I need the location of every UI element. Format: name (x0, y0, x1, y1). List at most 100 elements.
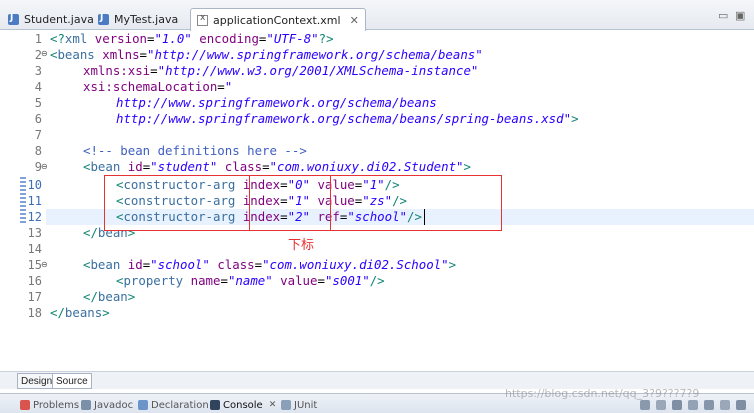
fold-collapse-icon[interactable]: ⊖ (41, 50, 49, 58)
quick-diff-marker (20, 209, 26, 225)
code-token: </ (50, 305, 65, 320)
code-token: "name" (227, 273, 273, 288)
tab-applicationcontext-xml[interactable]: applicationContext.xml ✕ (190, 8, 366, 31)
view-tab-javadoc[interactable]: Javadoc (81, 397, 133, 413)
code-token: name (183, 273, 221, 288)
line-number: 1 (34, 32, 42, 46)
line-number: 3 (34, 64, 42, 78)
close-icon[interactable]: ✕ (350, 14, 359, 27)
view-tab-declaration[interactable]: Declaration (138, 397, 209, 413)
xml-file-icon (197, 13, 208, 26)
code-line-16[interactable]: <property name="name" value="s001"/> (116, 273, 385, 289)
tab-design[interactable]: Design (17, 373, 57, 389)
line-number: 17 (27, 290, 42, 304)
code-token: "student" (150, 159, 218, 174)
tab-label: applicationContext.xml (213, 13, 341, 27)
code-token: </ (83, 225, 98, 240)
remove-launch-icon[interactable] (656, 400, 666, 410)
line-number: 4 (34, 80, 42, 94)
line-number: 8 (34, 144, 42, 158)
code-token: encoding (191, 31, 259, 46)
code-token: beans (57, 47, 95, 62)
code-line-6[interactable]: http://www.springframework.org/schema/be… (116, 111, 579, 127)
display-console-icon[interactable] (720, 400, 730, 410)
line-number: 9 (34, 160, 42, 174)
tab-mytest-java[interactable]: MyTest.java (92, 9, 184, 30)
code-line-18[interactable]: </beans> (50, 305, 110, 321)
code-token: "http://www.springframework.org/schema/b… (147, 47, 483, 62)
clear-console-icon[interactable] (672, 400, 682, 410)
javadoc-icon (81, 400, 91, 410)
view-tab-label: Declaration (151, 399, 209, 411)
code-token: version (87, 31, 147, 46)
view-tab-console[interactable]: Console ✕ (210, 397, 276, 413)
declaration-icon (138, 400, 148, 410)
code-line-3[interactable]: xmlns:xsi="http://www.w3.org/2001/XMLSch… (83, 63, 478, 79)
code-token: value (272, 273, 318, 288)
code-token: class (217, 159, 263, 174)
view-tab-junit[interactable]: JUnit (281, 397, 317, 413)
line-number: 10 (27, 178, 42, 192)
line-number: 15 (27, 258, 42, 272)
code-line-5[interactable]: http://www.springframework.org/schema/be… (116, 95, 437, 111)
code-token: http://www.springframework.org/schema/be… (116, 95, 437, 110)
tab-source[interactable]: Source (52, 373, 92, 389)
code-token: beans (64, 305, 103, 320)
code-token: xsi:schemaLocation (83, 79, 218, 94)
code-token: bean (90, 257, 121, 272)
code-line-4[interactable]: xsi:schemaLocation=" (83, 79, 232, 95)
console-icon (210, 400, 220, 410)
code-line-8[interactable]: <!-- bean definitions here --> (83, 143, 307, 159)
code-line-15[interactable]: <bean id="school" class="com.woniuxy.di0… (83, 257, 456, 273)
code-token: = (317, 273, 325, 288)
code-line-1[interactable]: <?xml version="1.0" encoding="UTF-8"?> (50, 31, 334, 47)
terminate-icon[interactable] (640, 400, 650, 410)
pin-console-icon[interactable] (704, 400, 714, 410)
minimize-icon[interactable]: ▭ (718, 9, 728, 22)
code-token: class (209, 257, 255, 272)
code-token: id (120, 159, 143, 174)
java-file-icon (98, 13, 109, 25)
fold-collapse-icon[interactable]: ⊖ (41, 261, 49, 269)
java-file-icon (8, 13, 19, 25)
code-token: > (463, 159, 471, 174)
scroll-lock-icon[interactable] (688, 400, 698, 410)
view-tab-label: Problems (33, 399, 80, 411)
code-token: = (254, 257, 263, 272)
code-token: "school" (150, 257, 210, 272)
code-token: bean (90, 159, 121, 174)
view-tab-label: Console (223, 399, 263, 411)
line-number: 5 (34, 96, 42, 110)
line-number: 2 (34, 48, 42, 62)
quick-diff-marker (20, 193, 26, 209)
line-number: 11 (27, 194, 42, 208)
code-token: xml (64, 31, 88, 46)
fold-collapse-icon[interactable]: ⊖ (41, 163, 49, 171)
maximize-icon[interactable]: ▣ (735, 9, 745, 22)
code-token: = (217, 79, 225, 94)
view-menu-icon[interactable] (736, 400, 746, 410)
annotation-label: 下标 (288, 238, 315, 253)
code-token: id (120, 257, 143, 272)
line-number: 6 (34, 112, 42, 126)
code-line-9[interactable]: <bean id="student" class="com.woniuxy.di… (83, 159, 471, 175)
code-token: property (123, 273, 184, 288)
close-icon[interactable]: ✕ (269, 400, 277, 410)
code-token: = (139, 47, 148, 62)
tab-student-java[interactable]: Student.java (2, 9, 100, 30)
code-token: "com.woniuxy.di02.School" (262, 257, 449, 272)
view-tab-problems[interactable]: Problems (20, 397, 79, 413)
junit-icon (281, 400, 291, 410)
code-token: "UTF-8" (266, 31, 319, 46)
code-line-2[interactable]: <beans xmlns="http://www.springframework… (50, 47, 483, 63)
editor-tab-bar: Student.java MyTest.java applicationCont… (0, 0, 754, 31)
annotation-box-index (249, 175, 331, 231)
code-line-17[interactable]: </bean> (83, 289, 135, 305)
code-token: <? (50, 31, 65, 46)
code-token: bean (97, 289, 128, 304)
code-token: > (127, 289, 136, 304)
code-token: "http://www.w3.org/2001/XMLSchema-instan… (157, 63, 479, 78)
code-token: "1.0" (154, 31, 192, 46)
code-token: "s001" (324, 273, 370, 288)
line-number: 12 (27, 210, 42, 224)
